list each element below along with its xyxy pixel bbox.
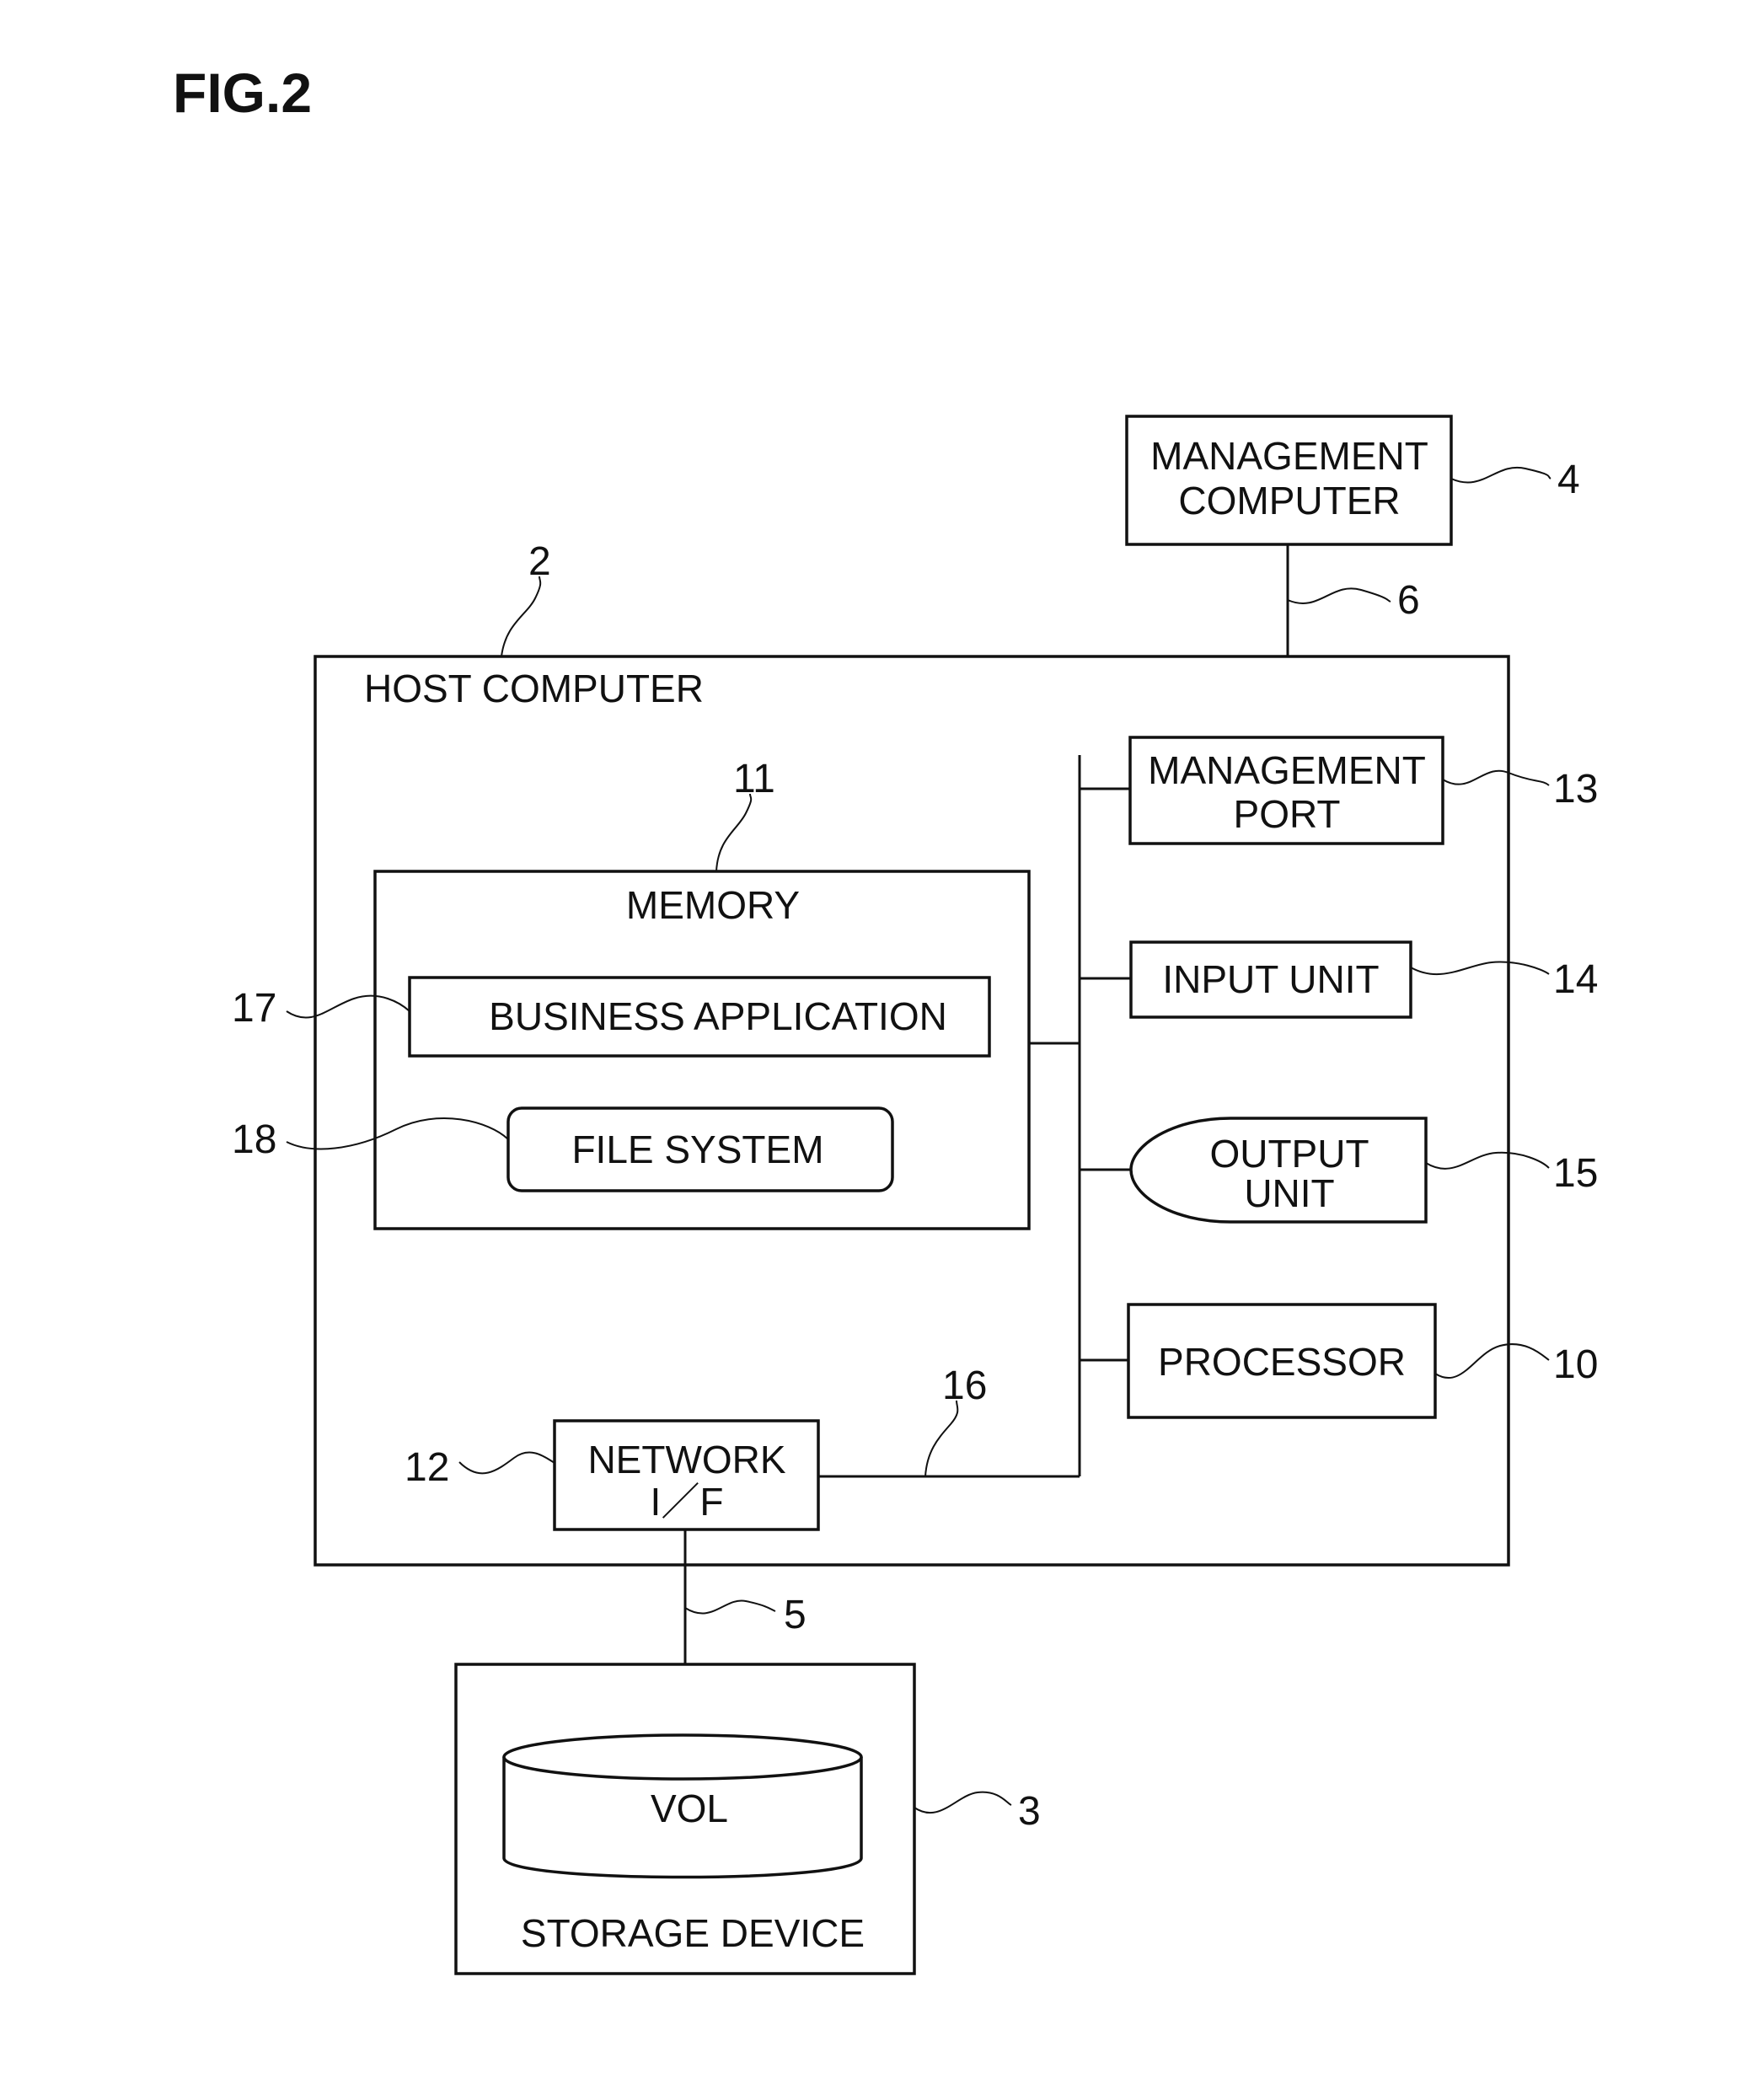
management-port-ref: 13 — [1553, 767, 1598, 812]
network-if-label-line1: NETWORK — [587, 1438, 785, 1481]
memory-label: MEMORY — [626, 883, 800, 927]
memory-ref: 11 — [733, 757, 775, 801]
volume-cylinder-top — [502, 1733, 863, 1781]
storage-device-ref: 3 — [1018, 1789, 1041, 1834]
output-unit-label-line2: UNIT — [1244, 1171, 1334, 1215]
internal-bus-ref: 16 — [942, 1363, 987, 1408]
output-unit-label-line1: OUTPUT — [1209, 1132, 1369, 1176]
processor-label: PROCESSOR — [1158, 1340, 1406, 1384]
management-port-label-line1: MANAGEMENT — [1148, 748, 1426, 792]
storage-network-ref: 5 — [784, 1593, 807, 1637]
management-network-ref: 6 — [1397, 578, 1420, 623]
management-computer-ref: 4 — [1557, 458, 1580, 502]
storage-network-leader — [684, 1599, 776, 1615]
input-unit-label: INPUT UNIT — [1162, 957, 1379, 1001]
management-computer-label-line1: MANAGEMENT — [1150, 434, 1428, 478]
management-computer-node: MANAGEMENT COMPUTER 4 — [1125, 415, 1580, 546]
volume-label: VOL — [651, 1787, 728, 1830]
management-computer-leader — [1450, 466, 1551, 484]
management-port-label-line2: PORT — [1234, 792, 1341, 836]
storage-device-leader — [914, 1791, 1012, 1813]
host-computer-leader — [501, 576, 542, 657]
business-application-label: BUSINESS APPLICATION — [489, 994, 947, 1038]
output-unit-node: OUTPUT UNIT 15 — [1129, 1117, 1598, 1224]
file-system-label: FILE SYSTEM — [571, 1128, 823, 1171]
management-port-node: MANAGEMENT PORT 13 — [1128, 736, 1598, 845]
management-computer-label-line2: COMPUTER — [1178, 479, 1400, 522]
processor-node: PROCESSOR 10 — [1127, 1303, 1598, 1419]
file-system-ref: 18 — [232, 1117, 276, 1162]
figure-title: FIG.2 — [173, 62, 312, 124]
network-if-ref: 12 — [405, 1445, 449, 1490]
input-unit-node: INPUT UNIT 14 — [1129, 940, 1598, 1019]
storage-device-node: VOL STORAGE DEVICE 3 — [454, 1663, 1041, 1975]
management-network-leader — [1287, 587, 1391, 604]
storage-device-label: STORAGE DEVICE — [521, 1911, 865, 1955]
network-if-label-line2: I／F — [651, 1480, 724, 1524]
processor-ref: 10 — [1553, 1342, 1598, 1387]
input-unit-ref: 14 — [1553, 957, 1598, 1002]
business-application-ref: 17 — [232, 986, 276, 1031]
diagram-canvas: FIG.2 MANAGEMENT COMPUTER 4 6 HOST COMPU… — [173, 62, 1598, 1975]
host-computer-label: HOST COMPUTER — [364, 667, 704, 710]
host-computer-ref: 2 — [528, 539, 551, 584]
output-unit-ref: 15 — [1553, 1151, 1598, 1196]
